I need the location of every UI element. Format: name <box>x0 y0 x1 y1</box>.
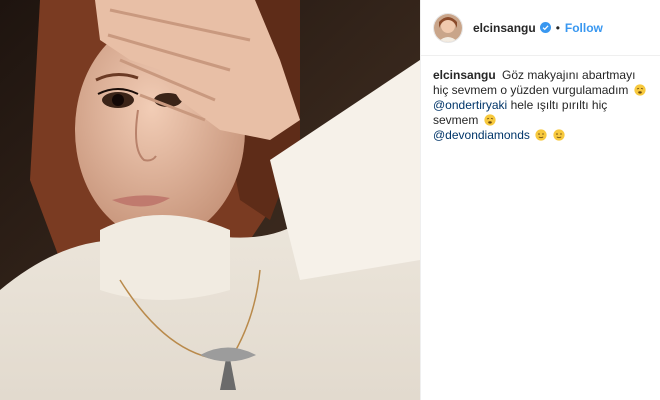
instagram-post: elcinsangu • Follow elcinsangu Göz makya… <box>0 0 660 400</box>
post-header: elcinsangu • Follow <box>421 0 660 56</box>
verified-badge-icon <box>539 22 551 33</box>
follow-button[interactable]: Follow <box>565 21 603 35</box>
winking-face-emoji-icon <box>553 129 565 141</box>
post-sidebar: elcinsangu • Follow elcinsangu Göz makya… <box>420 0 660 400</box>
post-caption: elcinsangu Göz makyajını abartmayı hiç s… <box>421 56 660 143</box>
weary-face-emoji-icon <box>484 114 496 126</box>
selfie-image <box>0 0 420 400</box>
avatar[interactable] <box>433 12 463 43</box>
winking-face-emoji-icon <box>535 129 547 141</box>
mention-ondertiryaki[interactable]: @ondertiryaki <box>433 98 507 112</box>
caption-username[interactable]: elcinsangu <box>433 68 496 82</box>
weary-face-emoji-icon <box>634 84 646 96</box>
separator-dot: • <box>555 20 560 35</box>
mention-devondiamonds[interactable]: @devondiamonds <box>433 128 530 142</box>
username-link[interactable]: elcinsangu <box>473 21 536 35</box>
post-photo[interactable] <box>0 0 420 400</box>
